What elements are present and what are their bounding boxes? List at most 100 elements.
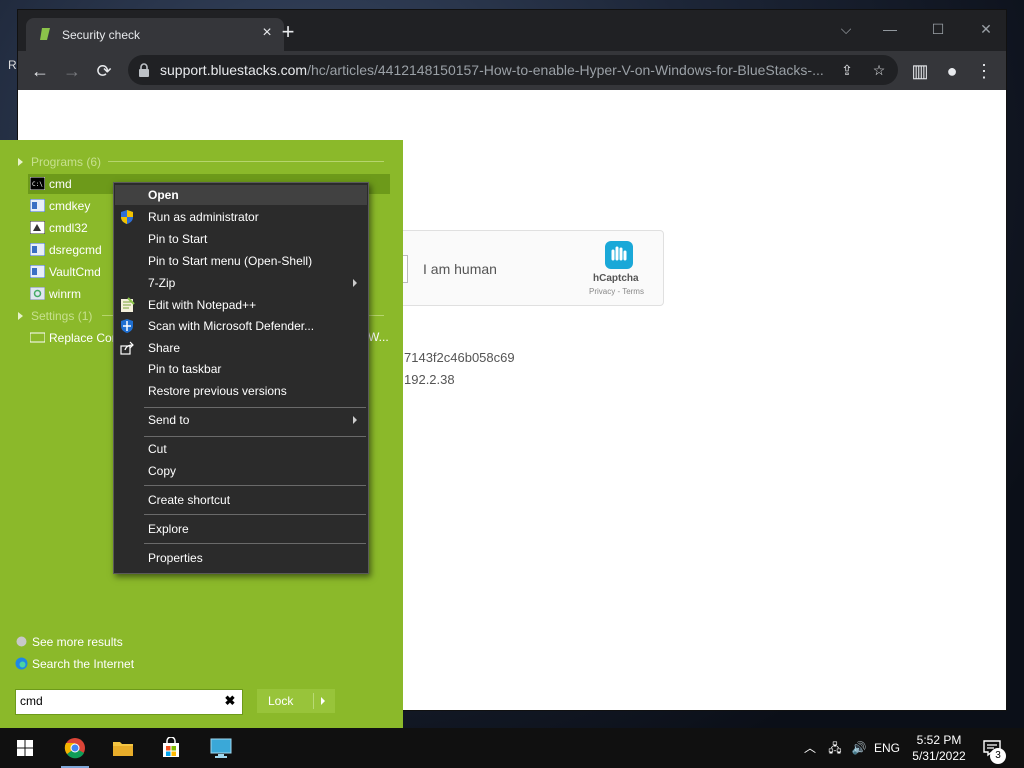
menu-separator xyxy=(144,514,366,515)
expand-triangle-icon xyxy=(18,158,23,166)
address-bar[interactable]: support.bluestacks.com/hc/articles/44121… xyxy=(128,55,898,85)
folder-icon xyxy=(113,742,133,756)
store-bag-icon xyxy=(163,737,179,757)
expand-triangle-icon xyxy=(18,312,23,320)
settings-item-overflow: W... xyxy=(368,330,389,344)
settings-window-icon xyxy=(30,332,45,343)
svg-text:C:\: C:\ xyxy=(32,181,43,188)
context-menu: Open Run as administrator Pin to Start P… xyxy=(113,182,369,574)
connection-manager-icon xyxy=(30,221,45,234)
language-indicator[interactable]: ENG xyxy=(872,728,902,768)
taskbar-store[interactable] xyxy=(147,728,195,768)
back-arrow-icon[interactable]: ← xyxy=(28,59,52,83)
share-icon[interactable]: ⇪ xyxy=(838,61,856,79)
profile-icon[interactable]: ● xyxy=(940,59,964,83)
lock-button[interactable]: Lock xyxy=(257,689,335,713)
taskbar-clock[interactable]: 5:52 PM 5/31/2022 xyxy=(904,732,974,764)
menu-separator xyxy=(144,543,366,544)
notification-count-badge: 3 xyxy=(990,748,1006,764)
tab-title: Security check xyxy=(62,28,141,42)
tab-strip: Security check × + ⌵ — ☐ ✕ xyxy=(18,10,1006,51)
hcaptcha-widget: I am human hCaptcha Privacy - Terms xyxy=(393,230,664,306)
menu-item-create-shortcut[interactable]: Create shortcut xyxy=(115,490,367,510)
clock-time: 5:52 PM xyxy=(916,733,962,747)
new-tab-icon[interactable]: + xyxy=(278,21,298,43)
close-window-icon[interactable]: ✕ xyxy=(966,16,1006,42)
submenu-arrow-icon xyxy=(353,279,357,287)
tab-search-chevron-icon[interactable]: ⌵ xyxy=(826,16,866,42)
share-arrow-icon xyxy=(120,341,134,355)
taskbar-chrome[interactable] xyxy=(51,728,99,768)
notepadpp-icon xyxy=(121,297,135,312)
application-window-icon xyxy=(30,243,45,256)
cmd-icon: C:\ xyxy=(30,177,45,190)
volume-icon[interactable]: 🔊 xyxy=(848,728,870,768)
hcaptcha-brand: hCaptcha xyxy=(593,273,639,284)
maximize-icon[interactable]: ☐ xyxy=(918,16,958,42)
monitor-icon xyxy=(210,738,232,758)
menu-item-pin-to-taskbar[interactable]: Pin to taskbar xyxy=(115,359,367,379)
application-window-icon xyxy=(30,199,45,212)
show-hidden-icons-chevron-icon[interactable]: ︿ xyxy=(800,728,820,768)
uac-shield-icon xyxy=(121,210,133,224)
menu-item-properties[interactable]: Properties xyxy=(115,548,367,568)
menu-item-share[interactable]: Share xyxy=(115,338,367,358)
see-more-results-link[interactable]: See more results xyxy=(15,635,123,649)
network-icon[interactable]: 🖧 xyxy=(824,728,846,768)
desktop-icon-label: R xyxy=(8,58,17,72)
power-options-arrow-icon[interactable] xyxy=(321,697,325,705)
menu-item-pin-to-start[interactable]: Pin to Start xyxy=(115,229,367,249)
chrome-icon xyxy=(64,738,85,759)
application-window-icon xyxy=(30,265,45,278)
menu-kebab-icon[interactable]: ⋮ xyxy=(972,59,996,83)
menu-item-explore[interactable]: Explore xyxy=(115,519,367,539)
tab-security-check[interactable]: Security check × xyxy=(26,18,284,51)
menu-item-open[interactable]: Open xyxy=(115,185,367,205)
lock-icon[interactable] xyxy=(138,63,150,77)
taskbar: ︿ 🖧 🔊 ENG 5:52 PM 5/31/2022 xyxy=(0,728,1024,768)
reload-icon[interactable]: ⟳ xyxy=(92,59,116,83)
minimize-icon[interactable]: — xyxy=(870,16,910,42)
side-panel-icon[interactable]: ▥ xyxy=(908,59,932,83)
submenu-arrow-icon xyxy=(353,416,357,424)
bookmark-star-icon[interactable]: ☆ xyxy=(870,61,888,79)
button-separator xyxy=(313,693,314,709)
browser-toolbar: ← → ⟳ support.bluestacks.com/hc/articles… xyxy=(18,51,1006,90)
taskbar-remote-desktop[interactable] xyxy=(197,728,245,768)
bluestacks-favicon-icon xyxy=(40,28,50,40)
menu-item-restore-versions[interactable]: Restore previous versions xyxy=(115,381,367,401)
start-search-box[interactable]: ✖ xyxy=(15,689,243,715)
clock-date: 5/31/2022 xyxy=(912,749,966,763)
menu-item-run-as-admin[interactable]: Run as administrator xyxy=(115,207,367,227)
menu-item-pin-to-start-openshell[interactable]: Pin to Start menu (Open-Shell) xyxy=(115,251,367,271)
forward-arrow-icon[interactable]: → xyxy=(60,59,84,83)
programs-header[interactable]: Programs (6) xyxy=(18,155,101,169)
edge-browser-icon xyxy=(15,657,28,670)
hcaptcha-logo-icon xyxy=(605,241,633,269)
start-button[interactable] xyxy=(0,728,48,768)
clear-search-icon[interactable]: ✖ xyxy=(223,693,237,709)
settings-header[interactable]: Settings (1) xyxy=(18,309,92,323)
captcha-label: I am human xyxy=(423,261,497,277)
ray-id-text: 7143f2c46b058c69 xyxy=(404,350,515,365)
menu-item-edit-notepadpp[interactable]: Edit with Notepad++ xyxy=(115,295,367,315)
url-text: support.bluestacks.com/hc/articles/44121… xyxy=(160,62,824,78)
menu-item-cut[interactable]: Cut xyxy=(115,439,367,459)
menu-item-scan-defender[interactable]: Scan with Microsoft Defender... xyxy=(115,316,367,336)
ip-text: 192.2.38 xyxy=(404,372,455,387)
menu-separator xyxy=(144,485,366,486)
menu-item-7zip[interactable]: 7-Zip xyxy=(115,273,367,293)
hcaptcha-links[interactable]: Privacy - Terms xyxy=(589,287,644,296)
menu-separator xyxy=(144,436,366,437)
defender-shield-icon xyxy=(121,319,133,333)
menu-item-send-to[interactable]: Send to xyxy=(115,410,367,430)
windows-logo-icon xyxy=(17,740,33,756)
taskbar-file-explorer[interactable] xyxy=(99,728,147,768)
menu-item-copy[interactable]: Copy xyxy=(115,461,367,481)
menu-separator xyxy=(144,407,366,408)
section-divider xyxy=(108,161,384,162)
search-magnifier-icon xyxy=(16,636,27,647)
search-input[interactable] xyxy=(20,693,210,709)
tab-close-icon[interactable]: × xyxy=(258,24,276,42)
search-internet-link[interactable]: Search the Internet xyxy=(15,657,134,671)
